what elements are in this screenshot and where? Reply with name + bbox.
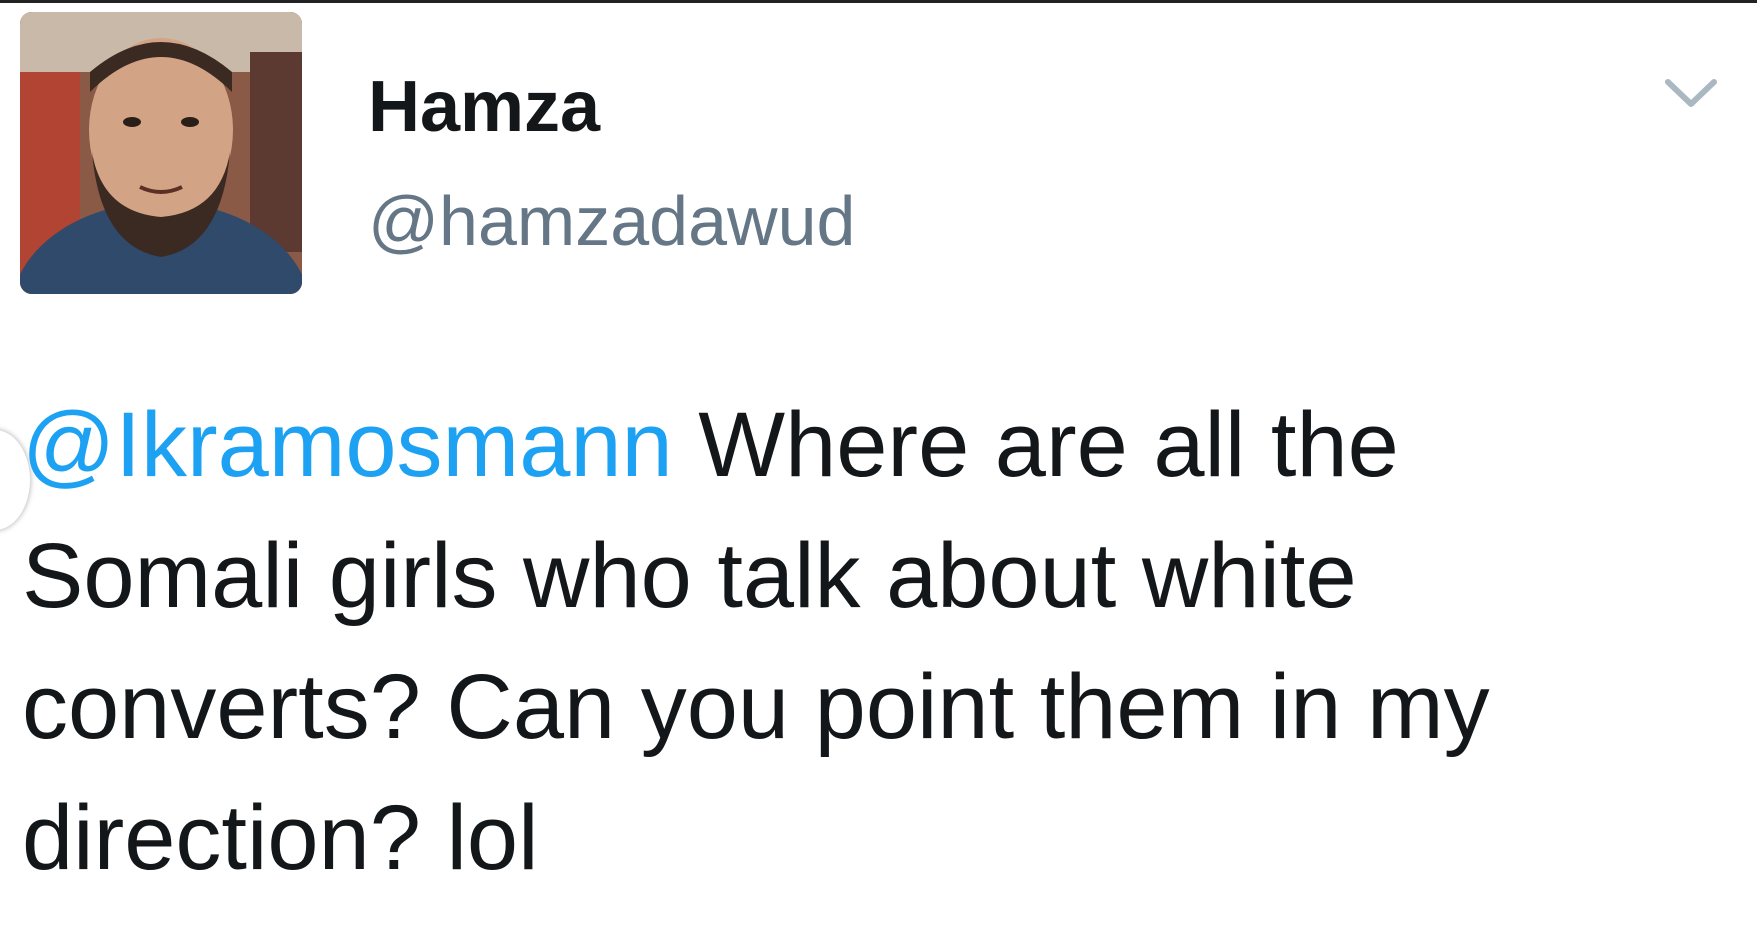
mention-link[interactable]: @Ikramosmann	[22, 394, 673, 496]
profile-photo-icon	[20, 12, 302, 294]
tweet-card: Hamza @hamzadawud @Ikramosmann Where are…	[0, 0, 1757, 930]
avatar[interactable]	[20, 12, 302, 294]
tweet-body: @Ikramosmann Where are all the Somali gi…	[22, 380, 1722, 904]
top-divider	[0, 0, 1757, 3]
tweet-line-2: Somali girls who talk about white	[22, 525, 1357, 627]
tweet-line-1-text: Where are all the	[672, 394, 1399, 496]
tweet-line-4: direction? lol	[22, 787, 539, 889]
tweet-menu-button[interactable]	[1658, 60, 1724, 126]
author-display-name[interactable]: Hamza	[368, 62, 600, 152]
chevron-down-icon	[1665, 79, 1717, 107]
tweet-line-1: @Ikramosmann Where are all the	[22, 380, 1722, 511]
tweet-line-3: converts? Can you point them in my	[22, 656, 1490, 758]
author-handle[interactable]: @hamzadawud	[368, 176, 855, 266]
